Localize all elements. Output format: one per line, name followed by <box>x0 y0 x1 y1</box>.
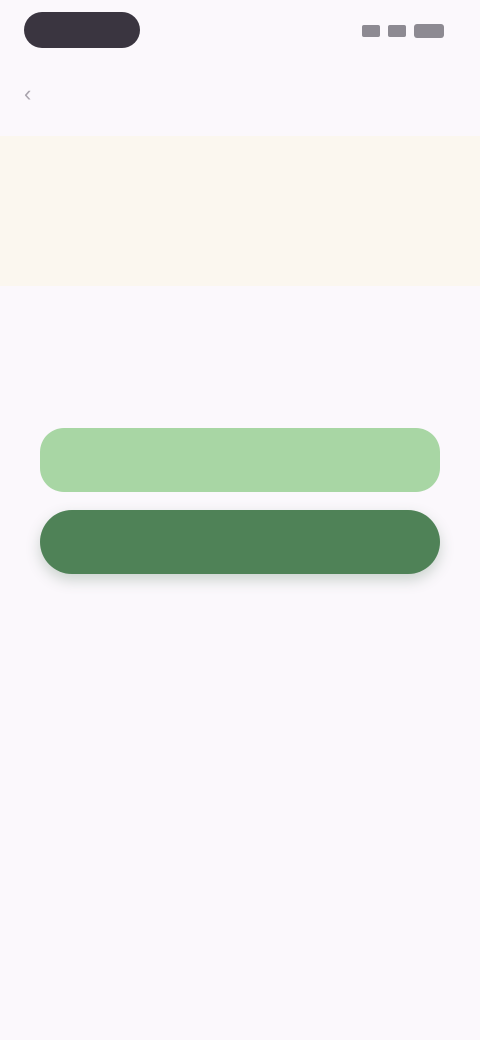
status-time-pill <box>24 12 140 48</box>
signal-icon <box>362 25 380 37</box>
status-icons <box>362 22 444 40</box>
app-screen: ‹ <box>0 0 480 1040</box>
wifi-icon <box>388 25 406 37</box>
back-button[interactable]: ‹ <box>24 80 37 108</box>
primary-dark-button[interactable] <box>40 510 440 574</box>
chevron-left-icon: ‹ <box>24 81 32 106</box>
primary-light-button[interactable] <box>40 428 440 492</box>
top-app-bar: ‹ <box>0 64 480 124</box>
battery-icon <box>414 24 444 38</box>
info-banner <box>0 136 480 286</box>
status-bar <box>0 0 480 64</box>
